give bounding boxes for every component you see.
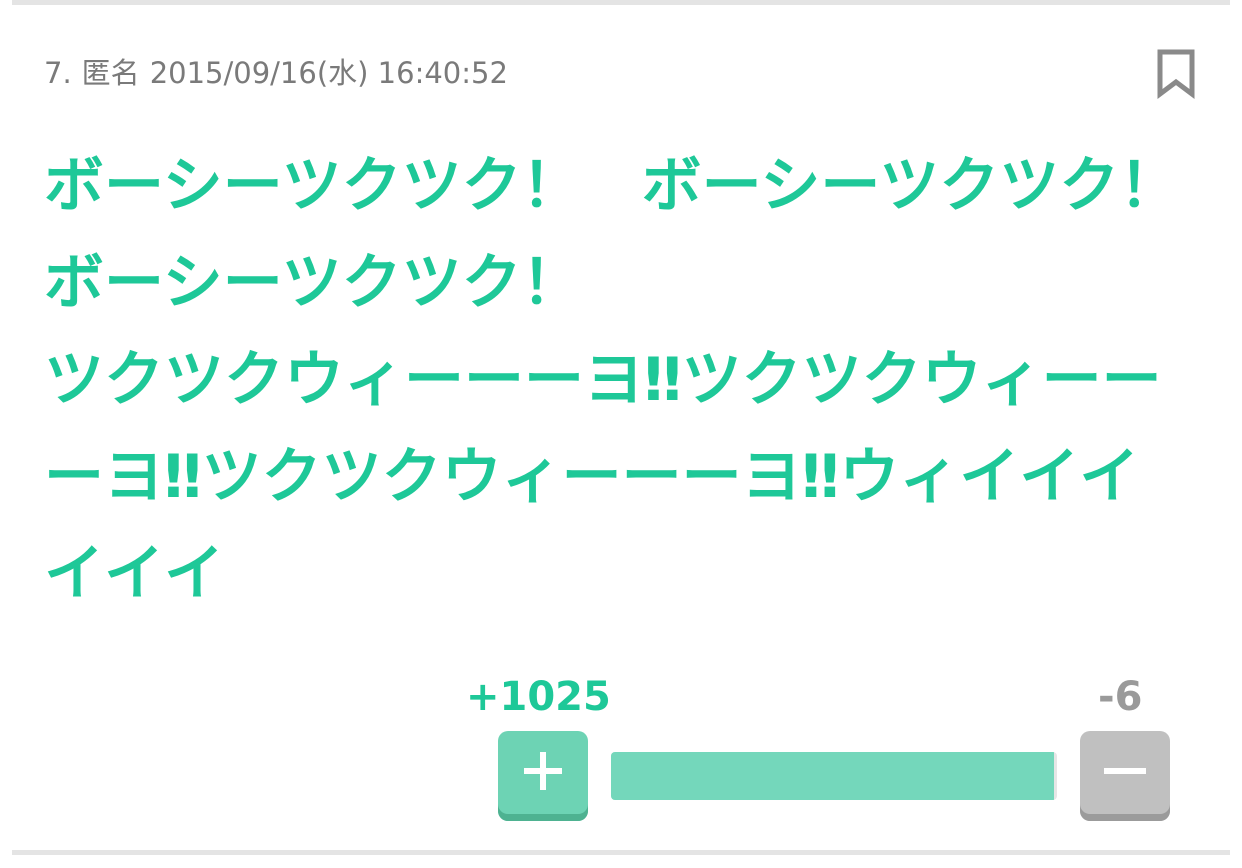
minus-icon [1104,768,1146,774]
comment-meta: 7. 匿名 2015/09/16(水) 16:40:52 [44,50,518,92]
bookmark-icon [1157,49,1195,99]
comment-author: 匿名 [81,56,140,90]
vote-ratio-fill [611,752,1055,800]
comment-number: 7. [44,56,72,90]
plus-vote-button[interactable] [498,731,588,821]
plus-icon [524,752,562,790]
comment-body: ボーシーツクツク！ ボーシーツクツク！ ボーシーツクツク！ ツクツクウィーーーヨ… [44,151,1180,609]
bookmark-button[interactable] [1156,48,1196,100]
vote-ratio-bar [611,752,1057,800]
bottom-divider [12,850,1230,855]
minus-vote-count: -6 [1098,674,1143,720]
plus-vote-count: +1025 [466,674,611,720]
top-divider [12,0,1230,5]
comment-date: 2015/09/16(水) 16:40:52 [149,56,508,90]
minus-vote-button[interactable] [1080,731,1170,821]
